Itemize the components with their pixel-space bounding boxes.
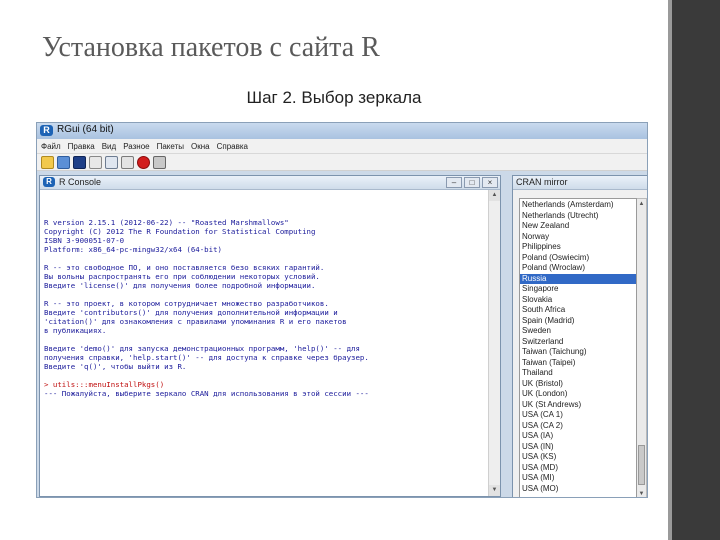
menu-file[interactable]: Файл	[41, 142, 61, 151]
cran-titlebar[interactable]: CRAN mirror	[513, 176, 647, 190]
console-title: R Console	[59, 177, 102, 187]
mirror-item[interactable]: Netherlands (Amsterdam)	[520, 200, 636, 211]
console-line: Copyright (C) 2012 The R Foundation for …	[44, 227, 316, 236]
console-line: ISBN 3-900051-07-0	[44, 236, 125, 245]
mirror-item[interactable]: Netherlands (Utrecht)	[520, 211, 636, 222]
mirror-item[interactable]: Poland (Wroclaw)	[520, 263, 636, 274]
mirror-list[interactable]: Netherlands (Amsterdam) Netherlands (Utre…	[519, 198, 637, 497]
console-line: R version 2.15.1 (2012-06-22) -- "Roaste…	[44, 218, 289, 227]
save-icon[interactable]	[73, 155, 86, 169]
console-window-buttons: – □ ×	[446, 177, 498, 188]
mirror-item[interactable]: Switzerland	[520, 337, 636, 348]
console-titlebar[interactable]: R R Console – □ ×	[40, 176, 500, 190]
mirror-item[interactable]: Philippines	[520, 242, 636, 253]
open-script-icon[interactable]	[41, 155, 54, 169]
mirror-item[interactable]: USA (CA 2)	[520, 421, 636, 432]
mirror-item[interactable]: UK (Bristol)	[520, 379, 636, 390]
rgui-titlebar[interactable]: R RGui (64 bit)	[37, 123, 647, 139]
mirror-item[interactable]: USA (MI)	[520, 473, 636, 484]
console-line: получения справки, 'help.start()' -- для…	[44, 353, 369, 362]
mirror-item[interactable]: Taiwan (Taipei)	[520, 358, 636, 369]
menu-packages[interactable]: Пакеты	[157, 142, 184, 151]
menu-misc[interactable]: Разное	[123, 142, 149, 151]
mdi-workspace: R R Console – □ × R version 2.15.1 (2012…	[37, 171, 647, 497]
console-line: Введите 'contributors()' для получения д…	[44, 308, 338, 317]
decorative-side-bar	[668, 0, 720, 540]
scroll-thumb[interactable]	[638, 445, 645, 485]
mirror-item[interactable]: Poland (Oswiecim)	[520, 253, 636, 264]
console-line: > utils:::menuInstallPkgs()	[44, 380, 165, 389]
mirror-item[interactable]: Russia	[520, 273, 636, 284]
console-line: R -- это свободное ПО, и оно поставляетс…	[44, 263, 325, 272]
console-line: Введите 'demo()' для запуска демонстраци…	[44, 344, 360, 353]
mirror-item[interactable]: Singapore	[520, 284, 636, 295]
console-line: Введите 'license()' для получения более …	[44, 281, 316, 290]
menu-help[interactable]: Справка	[217, 142, 248, 151]
console-line: Platform: x86_64-pc-mingw32/x64 (64-bit)	[44, 245, 222, 254]
scroll-up-icon[interactable]: ▲	[637, 199, 646, 209]
mirror-item[interactable]: USA (CA 1)	[520, 410, 636, 421]
menu-edit[interactable]: Правка	[68, 142, 95, 151]
console-line: 'citation()' для ознакомления с правилам…	[44, 317, 347, 326]
mirror-item[interactable]: USA (MO)	[520, 484, 636, 495]
menu-view[interactable]: Вид	[102, 142, 116, 151]
mirror-item[interactable]: Thailand	[520, 368, 636, 379]
mirror-item[interactable]: Sweden	[520, 326, 636, 337]
mirror-item[interactable]: USA (KS)	[520, 452, 636, 463]
mirror-item[interactable]: USA (IA)	[520, 431, 636, 442]
mirror-item[interactable]: Norway	[520, 232, 636, 243]
scroll-down-icon[interactable]: ▼	[637, 489, 646, 497]
print-icon[interactable]	[153, 155, 166, 169]
scroll-down-icon[interactable]: ▼	[489, 485, 500, 496]
mirror-item[interactable]: South Africa	[520, 305, 636, 316]
close-icon[interactable]: ×	[482, 177, 498, 188]
mirror-item[interactable]: Slovakia	[520, 295, 636, 306]
r-console-window: R R Console – □ × R version 2.15.1 (2012…	[39, 175, 501, 497]
stop-icon[interactable]	[137, 155, 150, 169]
mirror-item[interactable]: USA (IN)	[520, 442, 636, 453]
mirror-item[interactable]: Spain (Madrid)	[520, 316, 636, 327]
mirror-list-scrollbar[interactable]: ▲ ▼	[637, 198, 647, 497]
r-logo-icon: R	[43, 177, 55, 187]
mirror-item[interactable]: USA (MD)	[520, 463, 636, 474]
mirror-item[interactable]: UK (St Andrews)	[520, 400, 636, 411]
copy-paste-icon[interactable]	[121, 155, 134, 169]
menu-windows[interactable]: Окна	[191, 142, 210, 151]
console-line: R -- это проект, в котором сотрудничает …	[44, 299, 329, 308]
mirror-item[interactable]: UK (London)	[520, 389, 636, 400]
load-workspace-icon[interactable]	[57, 155, 70, 169]
console-line: Вы вольны распространять его при соблюде…	[44, 272, 320, 281]
rgui-window: R RGui (64 bit) Файл Правка Вид Разное П…	[36, 122, 648, 498]
rgui-window-title: RGui (64 bit)	[57, 124, 114, 135]
mirror-item[interactable]: New Zealand	[520, 221, 636, 232]
console-line: --- Пожалуйста, выберите зеркало CRAN дл…	[44, 389, 369, 398]
console-line: Введите 'q()', чтобы выйти из R.	[44, 362, 187, 371]
menu-bar: Файл Правка Вид Разное Пакеты Окна Справ…	[37, 139, 647, 154]
slide-title: Установка пакетов с сайта R	[42, 32, 380, 63]
paste-icon[interactable]	[105, 155, 118, 169]
slide-subtitle: Шаг 2. Выбор зеркала	[246, 88, 422, 107]
maximize-icon[interactable]: □	[464, 177, 480, 188]
cran-mirror-dialog: CRAN mirror Netherlands (Amsterdam) Nethe…	[512, 175, 647, 497]
cran-dialog-title: CRAN mirror	[516, 177, 568, 187]
toolbar	[37, 154, 647, 171]
console-scrollbar[interactable]: ▲ ▼	[488, 190, 500, 496]
r-logo-icon: R	[40, 125, 53, 136]
console-output[interactable]: R version 2.15.1 (2012-06-22) -- "Roaste…	[40, 190, 488, 496]
minimize-icon[interactable]: –	[446, 177, 462, 188]
mirror-item[interactable]: Taiwan (Taichung)	[520, 347, 636, 358]
scroll-up-icon[interactable]: ▲	[489, 190, 500, 201]
console-line: в публикациях.	[44, 326, 107, 335]
copy-icon[interactable]	[89, 155, 102, 169]
